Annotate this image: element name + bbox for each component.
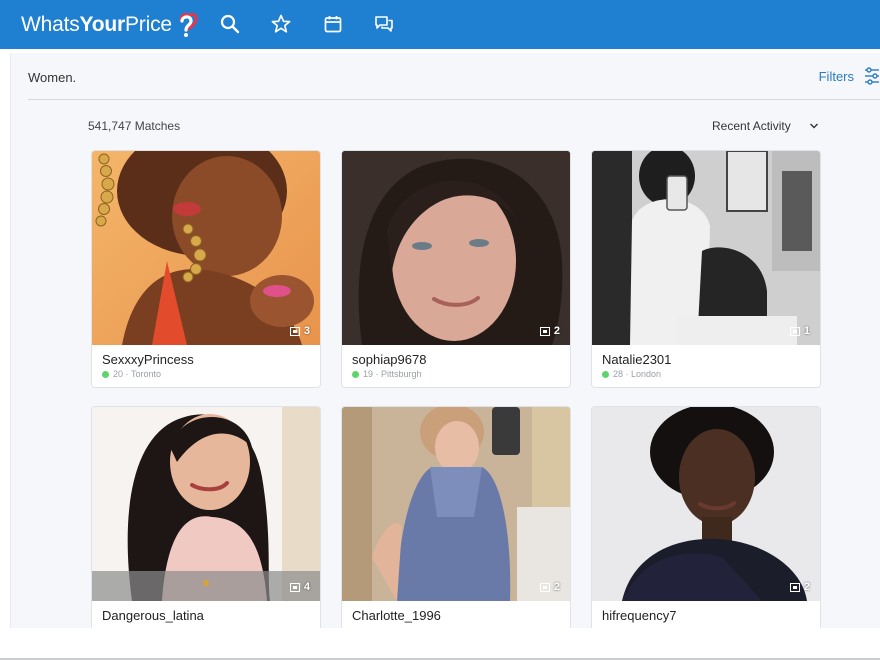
profile-city: Toronto [131, 369, 162, 379]
username[interactable]: hifrequency7 [602, 608, 810, 623]
logo-text-whats: Whats [21, 13, 80, 36]
username[interactable]: Natalie2301 [602, 352, 810, 367]
camera-icon [789, 326, 800, 336]
photo-count: 2 [553, 581, 560, 593]
online-status-dot [602, 370, 609, 378]
logo-heart-question-icon [179, 12, 198, 37]
site-logo[interactable]: Whats Your Price [21, 11, 199, 39]
sliders-icon [865, 67, 879, 85]
filters-button[interactable]: Filters [819, 67, 880, 85]
sort-dropdown[interactable]: Recent Activity [712, 119, 819, 133]
breadcrumb: Women. [28, 70, 77, 85]
profile-photo-image [92, 151, 320, 345]
profile-photo-image [92, 407, 320, 601]
profile-photo[interactable]: 2 [342, 407, 570, 601]
profile-age: 28 [613, 369, 624, 379]
profile-photo[interactable]: 1 [592, 151, 820, 345]
profile-photo-image [342, 151, 570, 345]
username[interactable]: Dangerous_latina [102, 608, 310, 623]
header-divider [28, 99, 880, 100]
profile-photo-image [342, 407, 570, 601]
chat-icon[interactable] [373, 13, 395, 35]
profile-age: 20 [113, 369, 124, 379]
camera-icon [289, 582, 300, 592]
profile-card[interactable]: 2 Charlotte_1996 [341, 406, 571, 644]
photo-count: 2 [553, 325, 560, 337]
star-icon[interactable] [270, 13, 292, 35]
profile-card[interactable]: 2 hifrequency7 [591, 406, 821, 644]
photo-count-badge: 1 [789, 325, 810, 337]
profile-card[interactable]: 4 Dangerous_latina [91, 406, 321, 644]
profile-meta: 19 · Pittsburgh [352, 369, 560, 379]
page: Whats Your Price Women. Filters 541,747 … [0, 0, 880, 660]
profile-photo[interactable]: 2 [592, 407, 820, 601]
profile-card[interactable]: 1 Natalie2301 28 · London [591, 150, 821, 388]
online-status-dot [352, 370, 359, 378]
profile-card[interactable]: 2 sophiap9678 19 · Pittsburgh [341, 150, 571, 388]
photo-count-badge: 2 [789, 581, 810, 593]
profile-photo[interactable]: 2 [342, 151, 570, 345]
photo-count-badge: 3 [289, 325, 310, 337]
profile-meta: 20 · Toronto [102, 369, 310, 379]
profile-meta: 28 · London [602, 369, 810, 379]
top-navigation-bar: Whats Your Price [0, 0, 880, 49]
logo-text-your: Your [79, 13, 126, 36]
logo-text-price: Price [125, 13, 172, 36]
profile-city: London [631, 369, 662, 379]
camera-icon [789, 582, 800, 592]
username[interactable]: SexxxyPrincess [102, 352, 310, 367]
profile-photo[interactable]: 4 [92, 407, 320, 601]
photo-count-badge: 2 [539, 581, 560, 593]
profile-photo-image [592, 407, 820, 601]
filters-label: Filters [818, 68, 854, 84]
photo-count-badge: 4 [289, 581, 310, 593]
bottom-strip [0, 628, 880, 660]
photo-count-badge: 2 [539, 325, 560, 337]
search-icon[interactable] [219, 13, 241, 35]
photo-count: 1 [803, 325, 810, 337]
photo-count: 3 [303, 325, 310, 337]
profile-city: Pittsburgh [381, 369, 422, 379]
calendar-icon[interactable] [322, 13, 344, 35]
online-status-dot [102, 370, 109, 378]
chevron-down-icon [809, 123, 818, 129]
username[interactable]: sophiap9678 [352, 352, 560, 367]
photo-count: 4 [303, 581, 310, 593]
username[interactable]: Charlotte_1996 [352, 608, 560, 623]
camera-icon [539, 326, 550, 336]
results-panel: Women. Filters 541,747 Matches Recent Ac… [10, 53, 880, 644]
profile-photo-image [592, 151, 820, 345]
profile-age: 19 [363, 369, 374, 379]
sort-label: Recent Activity [712, 119, 791, 133]
camera-icon [289, 326, 300, 336]
matches-count: 541,747 Matches [88, 119, 181, 133]
profile-photo[interactable]: 3 [92, 151, 320, 345]
camera-icon [539, 582, 550, 592]
profile-card[interactable]: 3 SexxxyPrincess 20 · Toronto [91, 150, 321, 388]
photo-count: 2 [803, 581, 810, 593]
